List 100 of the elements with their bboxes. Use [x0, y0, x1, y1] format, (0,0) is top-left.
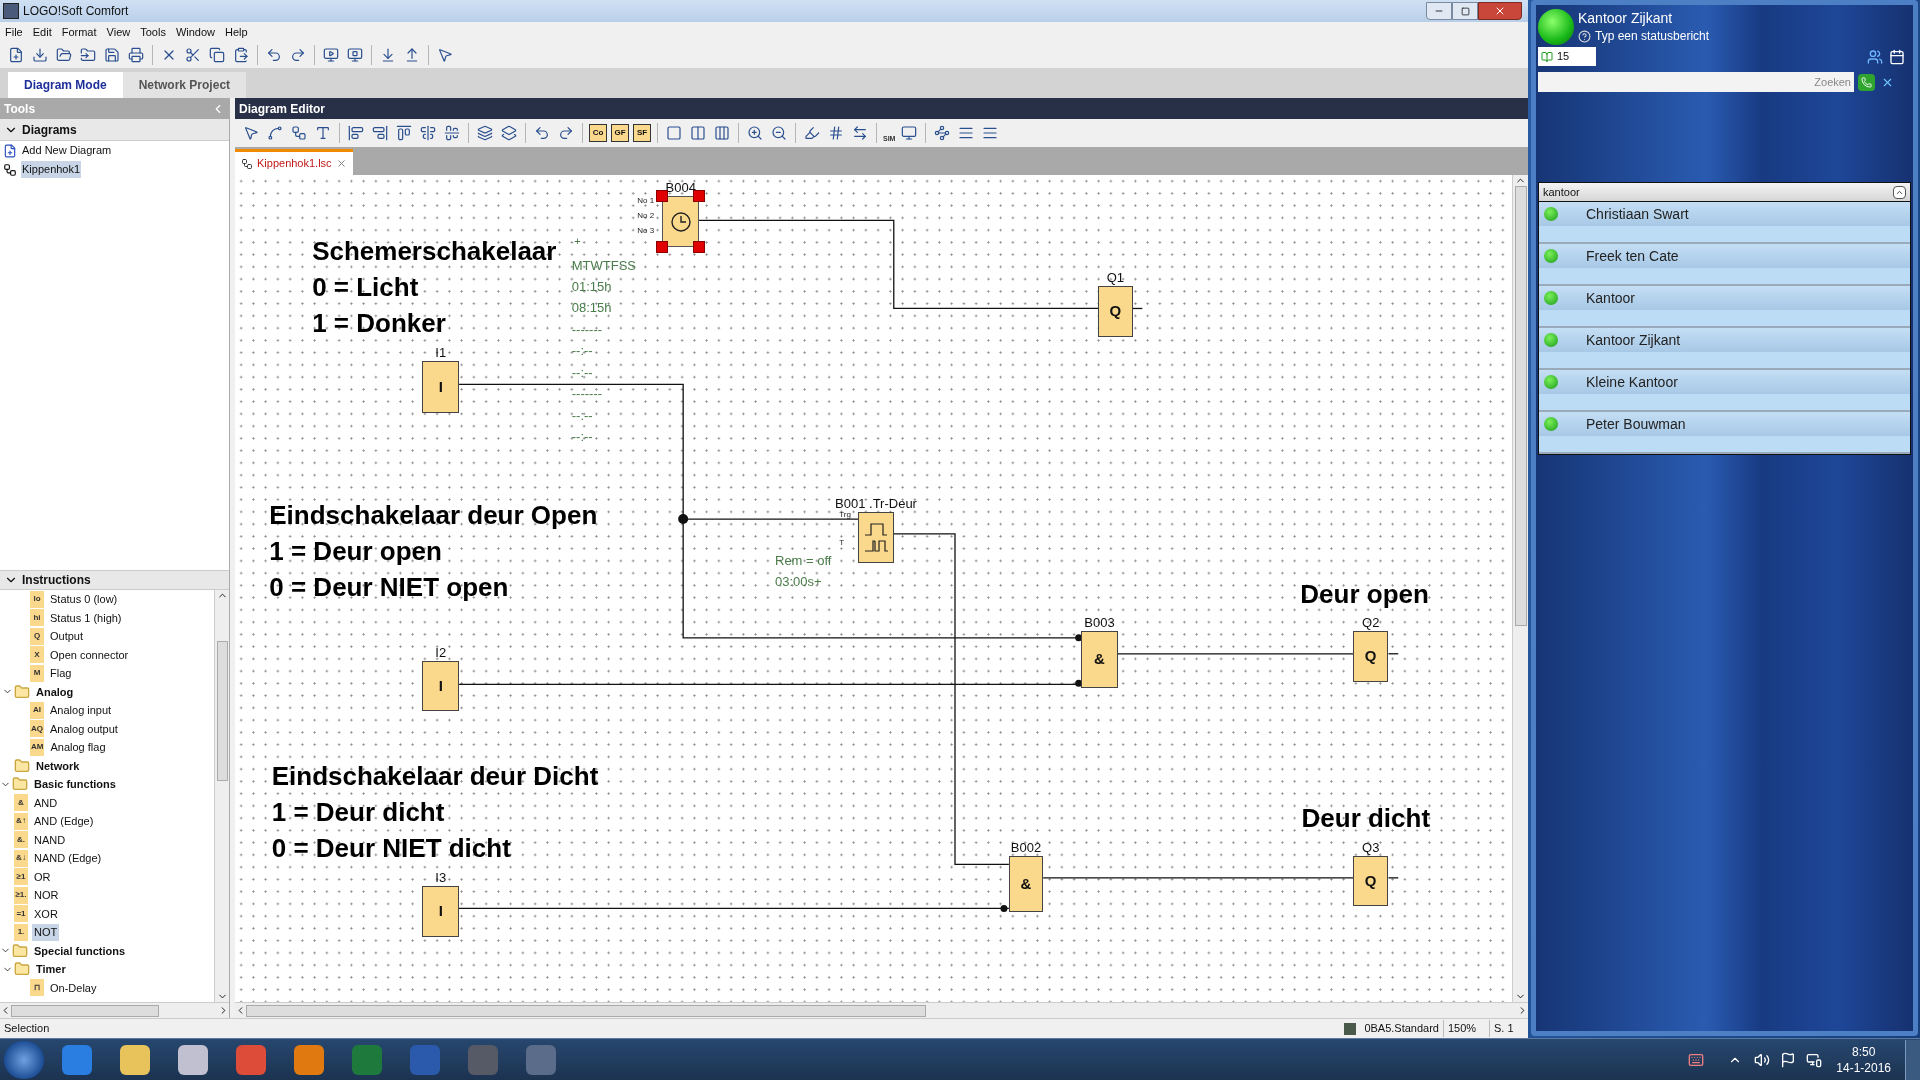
panel-title: Tools: [4, 100, 37, 118]
call-button[interactable]: [1858, 73, 1875, 91]
constant-button[interactable]: SF: [633, 124, 651, 142]
folder-icon[interactable]: [120, 1044, 150, 1075]
menu-item[interactable]: Format: [56, 23, 102, 41]
menu-item[interactable]: View: [101, 23, 136, 41]
instruction-icon: AQ: [30, 720, 44, 738]
instruction-icon: =1: [14, 905, 28, 923]
diagram-icon: [241, 157, 253, 170]
comment-text: Eindschakelaar deur Dicht: [271, 760, 599, 794]
tree-item[interactable]: XOR: [32, 905, 60, 922]
network-icon[interactable]: [1806, 1051, 1823, 1068]
tree-item[interactable]: NAND (Edge): [32, 850, 104, 867]
close-icon[interactable]: [335, 158, 347, 169]
minimize-button[interactable]: [1426, 2, 1452, 20]
scrollbar[interactable]: [1512, 175, 1528, 1002]
constant-button[interactable]: Co: [589, 124, 607, 142]
contact-row[interactable]: Peter Bouwman: [1539, 412, 1910, 436]
tree-item[interactable]: Network: [34, 757, 82, 774]
input-block[interactable]: I: [422, 361, 460, 413]
selection-handle[interactable]: [693, 241, 706, 254]
scrollbar[interactable]: [214, 590, 229, 1002]
menu-item[interactable]: Window: [170, 23, 220, 41]
diagram-item[interactable]: Kippenhok1: [21, 161, 82, 178]
section-header[interactable]: Diagrams: [0, 119, 229, 141]
and-block[interactable]: &: [1008, 855, 1044, 913]
tree-item[interactable]: Special functions: [32, 942, 128, 959]
input-block[interactable]: I: [422, 661, 460, 712]
collapse-button[interactable]: [1893, 185, 1906, 199]
contact-row[interactable]: Kantoor Zijkant: [1539, 328, 1910, 352]
tree-item[interactable]: Basic functions: [32, 776, 118, 793]
contact-row[interactable]: Kantoor: [1539, 286, 1910, 310]
tree-item[interactable]: Open connector: [48, 646, 131, 663]
file-tab[interactable]: Kippenhok1.lsc: [235, 149, 353, 175]
output-block[interactable]: Q: [1352, 855, 1389, 906]
tree-item[interactable]: AND (Edge): [32, 813, 96, 830]
output-block[interactable]: Q: [1098, 286, 1133, 337]
menu-item[interactable]: File: [0, 23, 28, 41]
tree-item[interactable]: Timer: [34, 961, 68, 978]
contact-row[interactable]: Christiaan Swart: [1539, 202, 1910, 226]
tree-item[interactable]: Status 0 (low): [48, 591, 120, 608]
output-block[interactable]: Q: [1352, 630, 1389, 682]
tree-item[interactable]: NOR: [32, 887, 61, 904]
tree-item[interactable]: AND: [32, 794, 60, 811]
contact-name: Kantoor: [1586, 288, 1636, 308]
horizontal-scrollbar[interactable]: [235, 1002, 1528, 1018]
status-message-field[interactable]: Typ een statusbericht: [1595, 27, 1710, 45]
diagram-canvas[interactable]: [235, 175, 1512, 1002]
menu-item[interactable]: Help: [220, 23, 253, 41]
tree-item[interactable]: Analog: [34, 683, 76, 700]
and-block[interactable]: &: [1081, 630, 1118, 689]
tree-item[interactable]: OR: [32, 868, 53, 885]
start-button[interactable]: [4, 1040, 44, 1079]
search-field[interactable]: Zoeken: [1538, 72, 1854, 92]
tree-item[interactable]: On-Delay: [48, 979, 99, 996]
paint-icon[interactable]: [178, 1044, 208, 1075]
tree-item[interactable]: Analog output: [48, 720, 120, 737]
pulse-block[interactable]: [858, 511, 894, 564]
show-desktop-button[interactable]: [1905, 1039, 1920, 1080]
tree-item[interactable]: Analog input: [48, 702, 114, 719]
selection-handle[interactable]: [656, 241, 669, 254]
input-block[interactable]: I: [422, 886, 460, 937]
keyboard-icon[interactable]: [1688, 1051, 1705, 1068]
browser-icon[interactable]: [62, 1044, 92, 1075]
horizontal-scrollbar[interactable]: [0, 1002, 229, 1018]
counter-field[interactable]: 15: [1538, 47, 1596, 66]
presence-indicator[interactable]: [1538, 9, 1574, 45]
volume-icon[interactable]: [1754, 1051, 1771, 1068]
contacts-icon[interactable]: [1867, 48, 1883, 65]
mode-tab[interactable]: Network Project: [122, 72, 247, 98]
section-header[interactable]: Instructions: [0, 570, 229, 590]
tree-item[interactable]: NAND: [32, 831, 68, 848]
junction-dot: [678, 514, 689, 525]
parameter-text: -------: [571, 387, 603, 401]
parameter-text: 03:00s+: [775, 574, 822, 588]
menu-item[interactable]: Tools: [135, 23, 171, 41]
tree-item[interactable]: Output: [48, 628, 86, 645]
mail-icon[interactable]: [294, 1044, 324, 1075]
instruction-icon: &.: [14, 831, 28, 849]
folder-icon: [12, 776, 28, 793]
tree-item[interactable]: Flag: [48, 665, 74, 682]
maximize-button[interactable]: [1452, 2, 1478, 20]
constant-button[interactable]: GF: [611, 124, 629, 142]
menu-item[interactable]: Edit: [27, 23, 57, 41]
contact-row[interactable]: Kleine Kantoor: [1539, 370, 1910, 394]
timer-block[interactable]: [662, 195, 700, 248]
tree-item[interactable]: NOT: [32, 924, 60, 941]
tree-item[interactable]: Status 1 (high): [48, 609, 124, 626]
mode-tab[interactable]: Diagram Mode: [8, 72, 123, 98]
tree-item[interactable]: Analog flag: [48, 739, 108, 756]
diagram-item[interactable]: Add New Diagram: [21, 142, 113, 159]
flag-icon[interactable]: [1780, 1051, 1797, 1068]
contact-row[interactable]: Freek ten Cate: [1539, 244, 1910, 268]
page-number: S. 1: [1493, 1021, 1515, 1037]
book-icon: [1541, 50, 1553, 63]
counter-value: 15: [1557, 49, 1570, 65]
calendar-icon[interactable]: [1889, 48, 1905, 65]
block-label: I3: [435, 871, 447, 885]
close-button[interactable]: [1478, 2, 1522, 20]
pin-label: Trg: [839, 510, 851, 519]
